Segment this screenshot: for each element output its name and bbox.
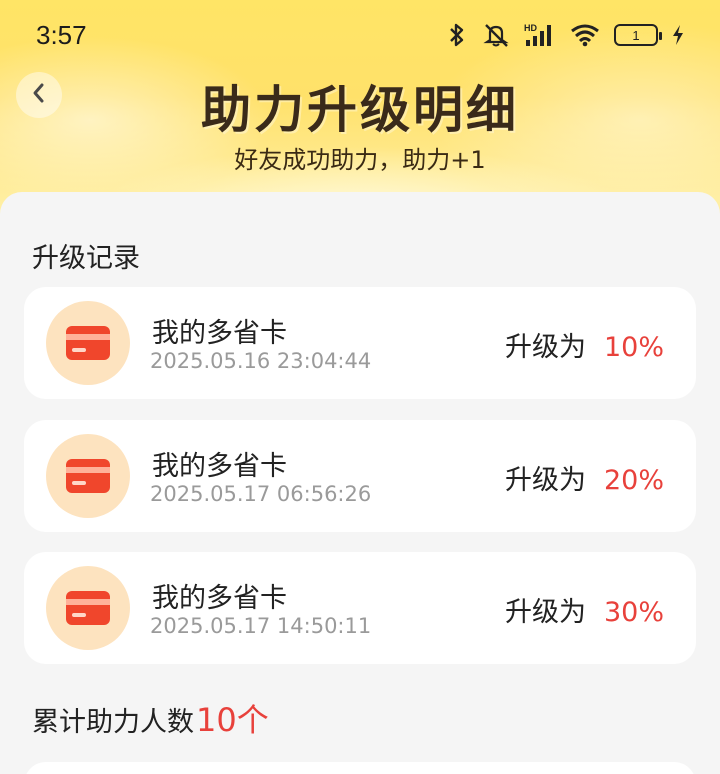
battery-icon: 1 <box>614 24 662 46</box>
card-title: 我的多省卡 <box>152 451 287 482</box>
records-section-title: 升级记录 <box>32 243 140 274</box>
card-date: 2025.05.17 06:56:26 <box>150 482 372 506</box>
card-title: 我的多省卡 <box>152 318 287 349</box>
card-title: 我的多省卡 <box>152 583 287 614</box>
record-card: 我的多省卡 2025.05.17 06:56:26 升级为 20% <box>24 420 696 532</box>
card-upgrade: 升级为 10% <box>505 325 664 364</box>
upgrade-label: 升级为 <box>504 597 586 628</box>
card-date: 2025.05.16 23:04:44 <box>150 349 372 373</box>
mute-icon <box>482 22 510 48</box>
bluetooth-icon <box>446 22 468 48</box>
upgrade-percent: 30% <box>603 597 664 628</box>
charging-icon <box>672 24 684 46</box>
card-date: 2025.05.17 14:50:11 <box>150 614 372 638</box>
svg-text:HD: HD <box>524 23 537 33</box>
upgrade-label: 升级为 <box>504 465 586 496</box>
page-title: 助力升级明细 <box>201 81 519 139</box>
upgrade-label: 升级为 <box>504 332 586 363</box>
status-bar: 3:57 HD 1 <box>0 0 720 70</box>
card-upgrade: 升级为 30% <box>505 590 664 629</box>
status-time: 3:57 <box>36 19 87 50</box>
record-card: 我的多省卡 2025.05.17 14:50:11 升级为 30% <box>24 552 696 664</box>
helper-list-card <box>24 762 696 774</box>
card-upgrade: 升级为 20% <box>505 458 664 497</box>
total-helpers: 累计助力人数 10个 <box>32 695 269 741</box>
status-icons: HD 1 <box>446 22 684 48</box>
total-count: 10个 <box>196 701 269 739</box>
card-icon <box>46 434 130 518</box>
record-card: 我的多省卡 2025.05.16 23:04:44 升级为 10% <box>24 287 696 399</box>
page-subtitle: 好友成功助力，助力+1 <box>234 146 486 174</box>
wifi-icon <box>570 23 600 47</box>
card-icon <box>46 301 130 385</box>
total-label: 累计助力人数 <box>32 707 194 738</box>
card-icon <box>46 566 130 650</box>
signal-icon: HD <box>524 22 556 48</box>
upgrade-percent: 10% <box>603 332 664 363</box>
upgrade-percent: 20% <box>603 465 664 496</box>
